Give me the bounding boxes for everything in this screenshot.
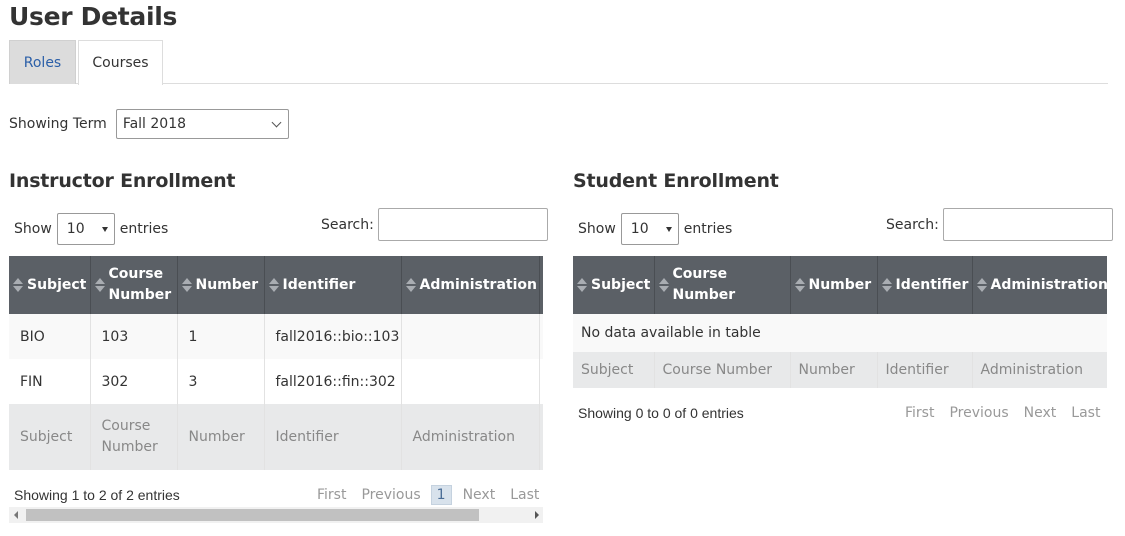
page-title: User Details xyxy=(9,2,178,31)
cell-course-number: 302 xyxy=(89,359,177,404)
cell-identifier: fall2016::bio::103 xyxy=(263,314,401,359)
term-filter: Showing Term Fall 2018 xyxy=(9,109,289,139)
entries-value: 10 xyxy=(630,221,649,237)
tab-roles[interactable]: Roles xyxy=(9,40,76,84)
footer-subject: Subject xyxy=(573,352,654,388)
student-table-info: Showing 0 to 0 of 0 entries xyxy=(578,405,744,421)
student-enrollment-table: Subject Course Number Number Identifier … xyxy=(573,256,1108,388)
student-search-input[interactable] xyxy=(942,208,1113,241)
footer-administration: Administration xyxy=(971,352,1107,388)
footer-subject: Subject xyxy=(9,404,90,470)
scroll-left-icon[interactable] xyxy=(14,511,18,519)
cell-subject: BIO xyxy=(9,314,90,359)
col-header-course-number[interactable]: Course Number xyxy=(653,256,790,314)
footer-administration: Administration xyxy=(400,404,539,470)
footer-number: Number xyxy=(176,404,264,470)
empty-message: No data available in table xyxy=(573,314,1107,352)
cell-course-number: 103 xyxy=(89,314,177,359)
instructor-search-input[interactable] xyxy=(377,208,548,241)
col-header-number[interactable]: Number xyxy=(789,256,877,314)
cell-administration xyxy=(400,314,539,359)
tab-courses[interactable]: Courses xyxy=(78,40,163,85)
sort-icon xyxy=(881,278,892,292)
cell-number: 1 xyxy=(176,314,264,359)
pager-last[interactable]: Last xyxy=(510,487,539,503)
col-header-administration[interactable]: Administration xyxy=(971,256,1108,314)
instructor-entries-select[interactable]: 10 xyxy=(56,213,115,245)
pager-next[interactable]: Next xyxy=(463,487,496,503)
footer-course-number: Course Number xyxy=(653,352,790,388)
sort-icon xyxy=(94,278,105,292)
student-length-control: Show 10 entries xyxy=(578,213,732,245)
entries-label: entries xyxy=(119,221,169,237)
footer-course-number: Course Number xyxy=(89,404,177,470)
col-header-overflow[interactable] xyxy=(538,256,543,314)
instructor-enrollment-title: Instructor Enrollment xyxy=(9,170,236,192)
col-header-subject[interactable]: Subject xyxy=(9,256,90,314)
sort-icon xyxy=(181,278,192,292)
col-header-identifier[interactable]: Identifier xyxy=(876,256,972,314)
cell-number: 3 xyxy=(176,359,264,404)
sort-icon xyxy=(658,278,669,292)
student-pagination: First Previous Next Last xyxy=(890,405,1100,421)
instructor-table-info: Showing 1 to 2 of 2 entries xyxy=(14,487,180,503)
cell-subject: FIN xyxy=(9,359,90,404)
horizontal-scrollbar[interactable] xyxy=(9,507,543,523)
empty-row: No data available in table xyxy=(573,314,1107,352)
col-header-administration[interactable]: Administration xyxy=(400,256,539,314)
term-label: Showing Term xyxy=(9,116,107,132)
student-enrollment-title: Student Enrollment xyxy=(573,170,779,192)
table-footer-row: Subject Course Number Number Identifier … xyxy=(9,404,543,470)
search-label: Search: xyxy=(321,216,374,233)
sort-icon xyxy=(976,278,987,292)
instructor-pagination: First Previous 1 Next Last xyxy=(302,485,539,505)
pager-next[interactable]: Next xyxy=(1024,405,1057,421)
cell-identifier: fall2016::fin::302 xyxy=(263,359,401,404)
scrollbar-thumb[interactable] xyxy=(26,509,479,521)
chevron-down-icon xyxy=(271,117,282,127)
pager-first[interactable]: First xyxy=(317,487,346,503)
entries-label: entries xyxy=(683,221,733,237)
instructor-table-viewport: Subject Course Number Number Identifier … xyxy=(9,256,543,470)
instructor-length-control: Show 10 entries xyxy=(14,213,168,245)
show-label: Show xyxy=(578,221,616,237)
sort-icon xyxy=(577,278,587,292)
col-header-identifier[interactable]: Identifier xyxy=(263,256,401,314)
student-entries-select[interactable]: 10 xyxy=(620,213,679,245)
search-label: Search: xyxy=(886,216,939,233)
sort-icon xyxy=(268,278,279,292)
sort-icon xyxy=(13,278,23,292)
entries-value: 10 xyxy=(66,221,85,237)
show-label: Show xyxy=(14,221,52,237)
caret-down-icon xyxy=(665,226,672,232)
table-footer-row: Subject Course Number Number Identifier … xyxy=(573,352,1107,388)
footer-identifier: Identifier xyxy=(263,404,401,470)
cell-overflow xyxy=(538,314,543,359)
footer-number: Number xyxy=(789,352,877,388)
tab-bar: Roles Courses xyxy=(9,40,1108,85)
scroll-right-icon[interactable] xyxy=(535,511,539,519)
sort-icon xyxy=(794,278,805,292)
pager-previous[interactable]: Previous xyxy=(361,487,420,503)
term-selected-value: Fall 2018 xyxy=(122,116,187,132)
footer-identifier: Identifier xyxy=(876,352,972,388)
table-row: FIN 302 3 fall2016::fin::302 xyxy=(9,359,543,404)
sort-icon xyxy=(405,278,416,292)
caret-down-icon xyxy=(101,226,108,232)
cell-administration xyxy=(400,359,539,404)
pager-current-page[interactable]: 1 xyxy=(430,485,452,505)
pager-last[interactable]: Last xyxy=(1071,405,1100,421)
col-header-course-number[interactable]: Course Number xyxy=(89,256,177,314)
table-row: BIO 103 1 fall2016::bio::103 xyxy=(9,314,543,359)
cell-overflow xyxy=(538,359,543,404)
pager-previous[interactable]: Previous xyxy=(949,405,1008,421)
col-header-number[interactable]: Number xyxy=(176,256,264,314)
col-header-subject[interactable]: Subject xyxy=(573,256,654,314)
instructor-enrollment-table: Subject Course Number Number Identifier … xyxy=(9,256,543,470)
student-search: Search: xyxy=(886,208,1113,241)
pager-first[interactable]: First xyxy=(905,405,934,421)
footer-overflow xyxy=(538,404,543,470)
instructor-search: Search: xyxy=(321,208,548,241)
term-select[interactable]: Fall 2018 xyxy=(115,109,289,139)
